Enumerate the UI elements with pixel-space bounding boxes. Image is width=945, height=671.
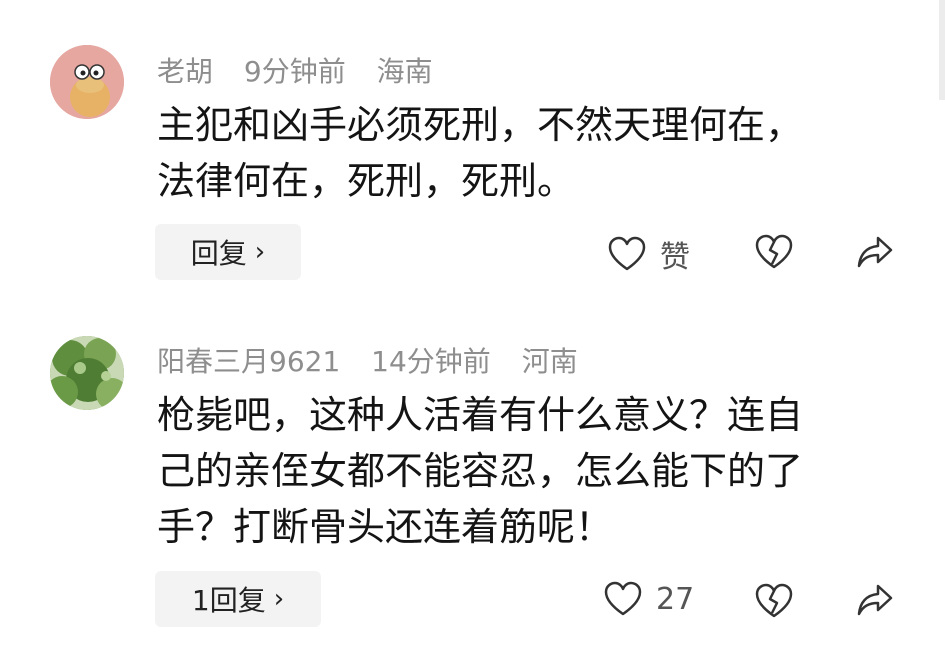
timestamp: 9分钟前 — [243, 55, 346, 88]
username[interactable]: 老胡 — [157, 55, 213, 88]
reply-label: 回复 — [190, 237, 247, 270]
like-button[interactable]: 赞 — [608, 232, 690, 276]
like-button[interactable]: 27 — [604, 581, 694, 617]
dislike-button[interactable] — [755, 583, 793, 619]
heart-outline-icon — [608, 236, 646, 271]
comment-meta: 老胡 9分钟前 海南 — [157, 50, 455, 90]
comment-line: 主犯和凶手必须死刑，不然天理何在， — [157, 103, 804, 147]
location: 海南 — [376, 55, 433, 88]
green-tree-photo-avatar-icon — [50, 336, 124, 410]
timestamp: 14分钟前 — [371, 345, 491, 378]
reply-label: 1回复 — [191, 584, 266, 617]
comment-meta: 阳春三月9621 14分钟前 河南 — [157, 340, 600, 380]
cartoon-chick-avatar-icon — [50, 45, 124, 119]
avatar[interactable] — [50, 45, 124, 119]
avatar[interactable] — [50, 336, 124, 410]
comment-line: 手？打断骨头还连着筋呢！ — [157, 505, 614, 549]
like-count: 27 — [656, 581, 695, 617]
share-arrow-icon — [857, 236, 893, 268]
broken-heart-icon — [755, 583, 793, 618]
comment-line: 己的亲侄女都不能容忍，怎么能下的了 — [157, 449, 804, 493]
reply-button[interactable]: 回复 › — [155, 224, 301, 280]
comment-item: 阳春三月9621 14分钟前 河南 枪毙吧，这种人活着有什么意义？连自 己的亲侄… — [0, 300, 945, 671]
broken-heart-icon — [755, 234, 793, 269]
share-button[interactable] — [856, 583, 894, 617]
location: 河南 — [521, 345, 578, 378]
like-label: 赞 — [660, 240, 690, 275]
comment-line: 法律何在，死刑，死刑。 — [157, 159, 576, 203]
heart-outline-icon — [604, 581, 642, 616]
share-arrow-icon — [857, 584, 893, 616]
username[interactable]: 阳春三月9621 — [157, 345, 340, 378]
dislike-button[interactable] — [755, 234, 793, 270]
reply-button[interactable]: 1回复 › — [155, 571, 321, 627]
comment-line: 枪毙吧，这种人活着有什么意义？连自 — [157, 393, 804, 437]
chevron-right-icon: › — [254, 237, 266, 267]
comment-text: 枪毙吧，这种人活着有什么意义？连自 己的亲侄女都不能容忍，怎么能下的了 手？打断… — [157, 387, 877, 555]
comment-item: 老胡 9分钟前 海南 主犯和凶手必须死刑，不然天理何在， 法律何在，死刑，死刑。… — [0, 0, 945, 300]
chevron-right-icon: › — [273, 584, 285, 614]
comment-text: 主犯和凶手必须死刑，不然天理何在， 法律何在，死刑，死刑。 — [157, 97, 877, 209]
share-button[interactable] — [856, 235, 894, 269]
